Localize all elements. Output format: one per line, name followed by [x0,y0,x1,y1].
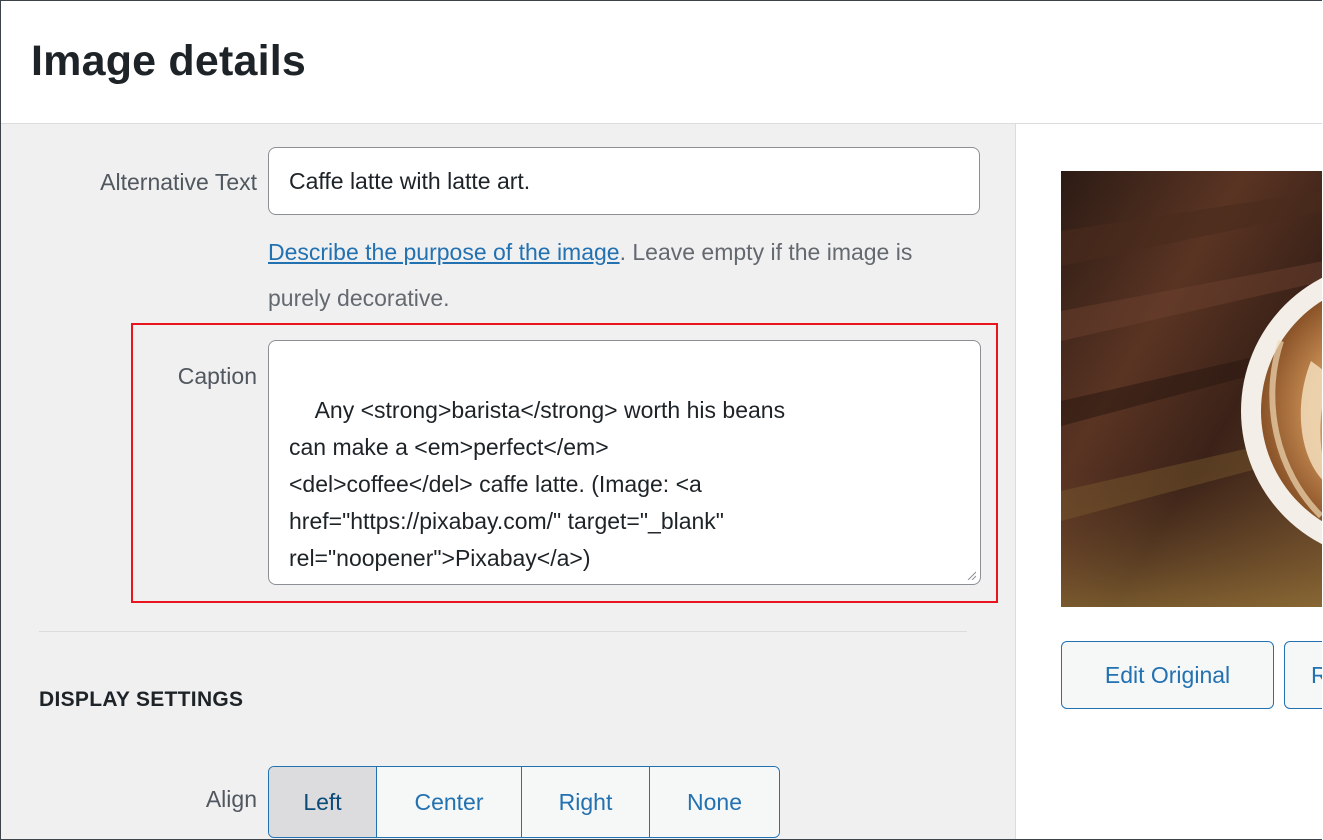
align-center-button[interactable]: Center [377,767,522,837]
describe-purpose-link[interactable]: Describe the purpose of the image [268,239,620,265]
align-left-button[interactable]: Left [269,767,377,837]
alt-text-help: Describe the purpose of the image. Leave… [268,229,968,321]
image-preview [1061,171,1322,607]
caption-text: Any <strong>barista</strong> worth his b… [289,397,786,571]
caption-textarea[interactable]: Any <strong>barista</strong> worth his b… [268,340,981,585]
caption-label: Caption [177,363,257,389]
display-settings-heading: DISPLAY SETTINGS [39,688,244,711]
resize-grip-icon[interactable] [966,570,976,580]
modal-header: Image details [1,1,1322,124]
align-button-group: Left Center Right None [268,766,780,838]
image-details-modal: Image details Alternative Text Caffe lat… [0,0,1322,840]
latte-photo [1061,171,1322,607]
modal-title: Image details [31,37,307,85]
section-divider [39,631,967,632]
align-none-button[interactable]: None [650,767,779,837]
alt-text-input[interactable]: Caffe latte with latte art. [268,147,980,215]
replace-button[interactable]: R [1284,641,1322,709]
align-label: Align [205,786,257,812]
edit-original-button[interactable]: Edit Original [1061,641,1274,709]
align-right-button[interactable]: Right [522,767,650,837]
alt-text-label: Alternative Text [100,169,257,195]
